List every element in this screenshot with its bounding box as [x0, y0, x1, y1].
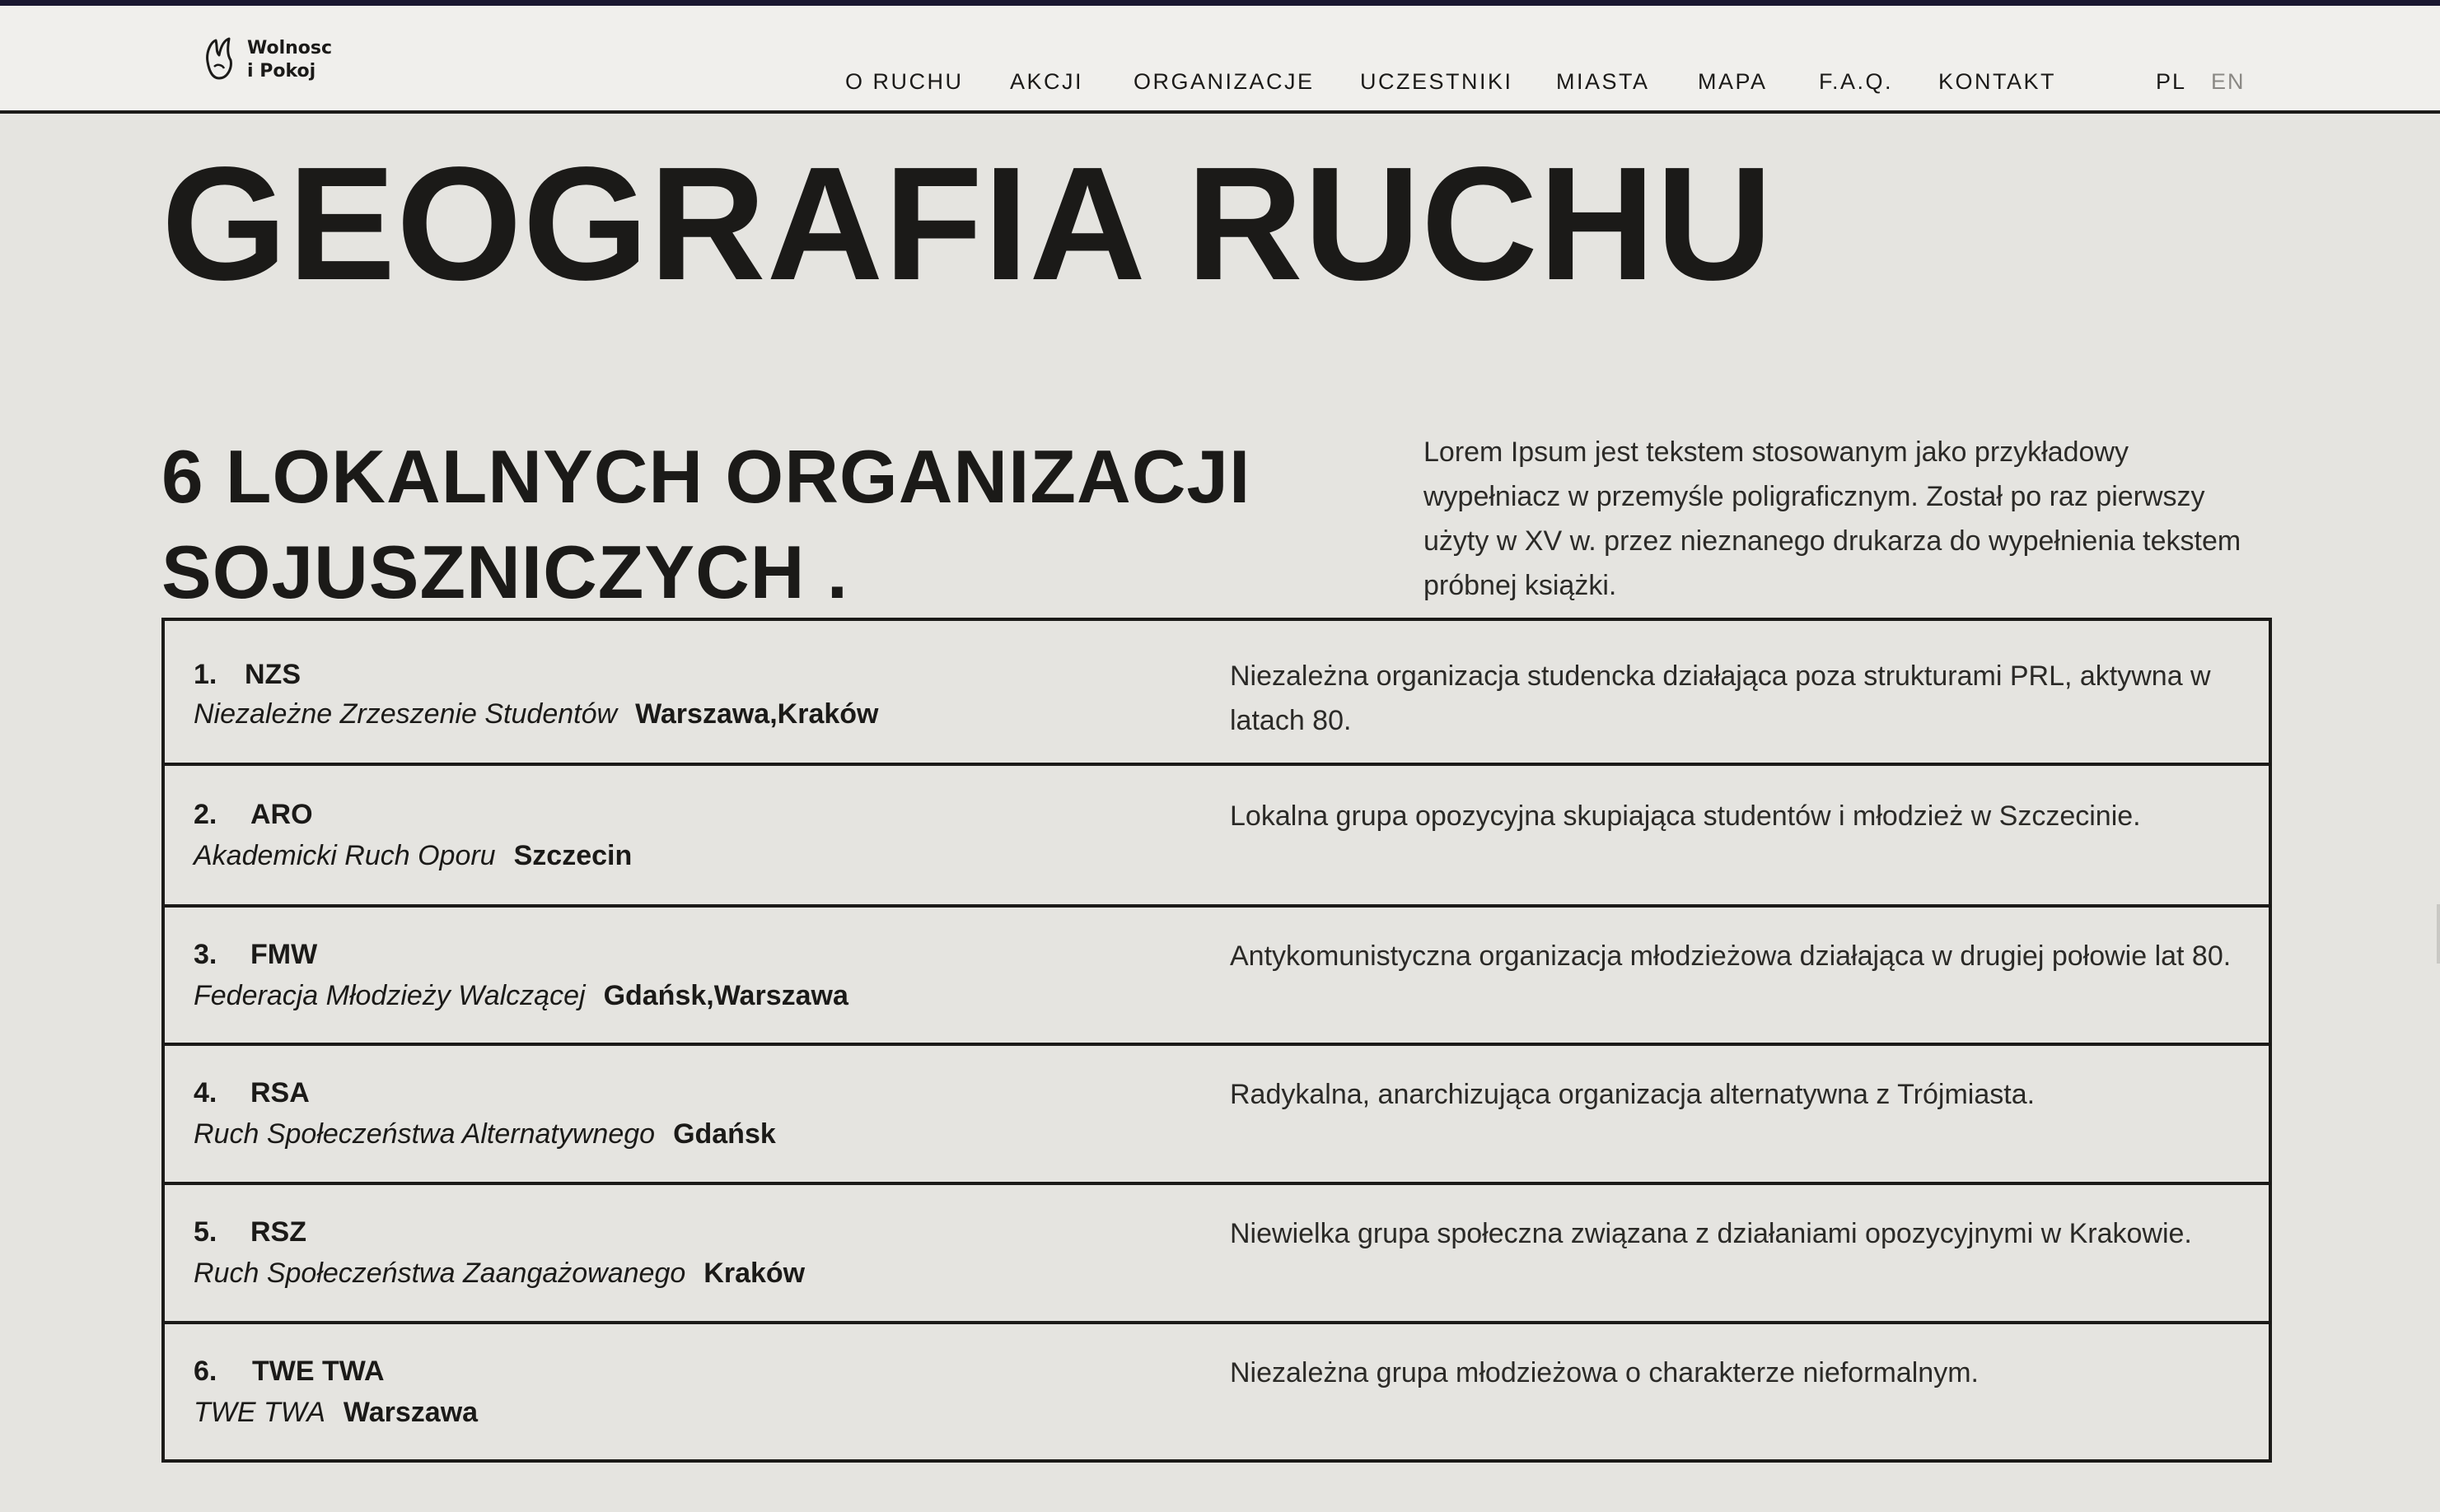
organization-full-name: TWE TWA: [194, 1397, 325, 1428]
organization-details: Ruch Społeczeństwa Alternatywnego Gdańsk: [194, 1113, 776, 1155]
organization-description: Niewielka grupa społeczna związana z dzi…: [1230, 1218, 2192, 1249]
section-heading: 6 LOKALNYCH ORGANIZACJI SOJUSZNICZYCH .: [161, 436, 1251, 614]
nav-item-uczestniki[interactable]: UCZESTNIKI: [1360, 65, 1513, 98]
organization-abbreviation: NZS: [245, 659, 301, 690]
nav-item-kontakt[interactable]: KONTAKT: [1938, 65, 2056, 98]
organization-number: 3.: [194, 939, 217, 970]
organization-row-1: 1. NZS Niezależne Zrzeszenie Studentów Wa…: [165, 621, 2269, 763]
language-pl[interactable]: PL: [2156, 65, 2186, 98]
organization-cities: Warszawa: [343, 1397, 479, 1428]
page-title: GEOGRAFIA RUCHU: [161, 133, 1774, 314]
organization-details: Federacja Młodzieży Walczącej Gdańsk,Wars…: [194, 975, 848, 1016]
svg-text:i Pokoj: i Pokoj: [247, 61, 316, 82]
organization-details: Niezależne Zrzeszenie Studentów Warszawa,…: [194, 693, 878, 735]
organization-full-name: Ruch Społeczeństwa Zaangażowanego: [194, 1258, 686, 1289]
organization-description: Lokalna grupa opozycyjna skupiająca stud…: [1230, 800, 2141, 832]
organization-cities: Szczecin: [513, 840, 633, 871]
organization-number: 5.: [194, 1216, 217, 1248]
organization-abbreviation: RSZ: [250, 1216, 306, 1248]
organization-abbreviation: ARO: [250, 799, 313, 830]
language-en[interactable]: EN: [2211, 65, 2246, 98]
organization-number: 2.: [194, 799, 217, 830]
organization-number: 4.: [194, 1077, 217, 1108]
organization-full-name: Akademicki Ruch Oporu: [194, 840, 496, 871]
organization-description: Niezależna organizacja studencka działaj…: [1230, 660, 2211, 736]
organization-cities: Warszawa,Kraków: [635, 698, 879, 730]
svg-text:Wolnosc: Wolnosc: [247, 38, 332, 58]
organization-abbreviation: RSA: [250, 1077, 310, 1108]
organization-cities: Gdańsk: [673, 1118, 776, 1150]
organization-cities: Gdańsk,Warszawa: [603, 980, 848, 1011]
organization-description: Antykomunistyczna organizacja młodzieżow…: [1230, 940, 2232, 972]
organization-cities: Kraków: [703, 1258, 806, 1289]
organization-full-name: Federacja Młodzieży Walczącej: [194, 980, 586, 1011]
site-logo[interactable]: Wolnosc i Pokoj: [203, 30, 334, 85]
organization-abbreviation: TWE TWA: [252, 1356, 385, 1387]
organization-full-name: Ruch Społeczeństwa Alternatywnego: [194, 1118, 656, 1150]
scrollbar-thumb[interactable]: [2437, 904, 2440, 964]
intro-paragraph: Lorem Ipsum jest tekstem stosowanym jako…: [1423, 436, 2241, 601]
hand-dove-icon: Wolnosc i Pokoj: [206, 37, 332, 82]
nav-item-organizacje[interactable]: ORGANIZACJE: [1134, 65, 1315, 98]
organization-details: TWE TWA Warszawa: [194, 1392, 478, 1433]
organization-row-5: 5. RSZ Ruch Społeczeństwa Zaangażowanego…: [165, 1182, 2269, 1321]
organizations-table: 1. NZS Niezależne Zrzeszenie Studentów Wa…: [161, 618, 2272, 1463]
organization-row-2: 2. ARO Akademicki Ruch Oporu Szczecin Lok…: [165, 763, 2269, 904]
nav-item-akcji[interactable]: AKCJI: [1010, 65, 1083, 98]
window-top-strip: [0, 0, 2440, 6]
organization-row-6: 6. TWE TWA TWE TWA Warszawa Niezależna gr…: [165, 1321, 2269, 1459]
organization-row-4: 4. RSA Ruch Społeczeństwa Alternatywnego…: [165, 1043, 2269, 1182]
organization-description: Niezależna grupa młodzieżowa o charakter…: [1230, 1357, 1979, 1388]
organization-details: Ruch Społeczeństwa Zaangażowanego Kraków: [194, 1253, 805, 1294]
nav-item-miasta[interactable]: MIASTA: [1556, 65, 1650, 98]
organization-row-3: 3. FMW Federacja Młodzieży Walczącej Gdań…: [165, 904, 2269, 1043]
site-header: Wolnosc i Pokoj O RUCHU AKCJI ORGANIZACJ…: [0, 6, 2440, 114]
nav-item-mapa[interactable]: MAPA: [1698, 65, 1768, 98]
organization-details: Akademicki Ruch Oporu Szczecin: [194, 835, 632, 876]
organization-full-name: Niezależne Zrzeszenie Studentów: [194, 698, 618, 730]
nav-item-o-ruchu[interactable]: O RUCHU: [845, 65, 964, 98]
nav-item-faq[interactable]: F.A.Q.: [1819, 65, 1893, 98]
organization-description: Radykalna, anarchizująca organizacja alt…: [1230, 1079, 2036, 1110]
organization-number: 1.: [194, 659, 217, 690]
organization-number: 6.: [194, 1356, 217, 1387]
organization-abbreviation: FMW: [250, 939, 318, 970]
